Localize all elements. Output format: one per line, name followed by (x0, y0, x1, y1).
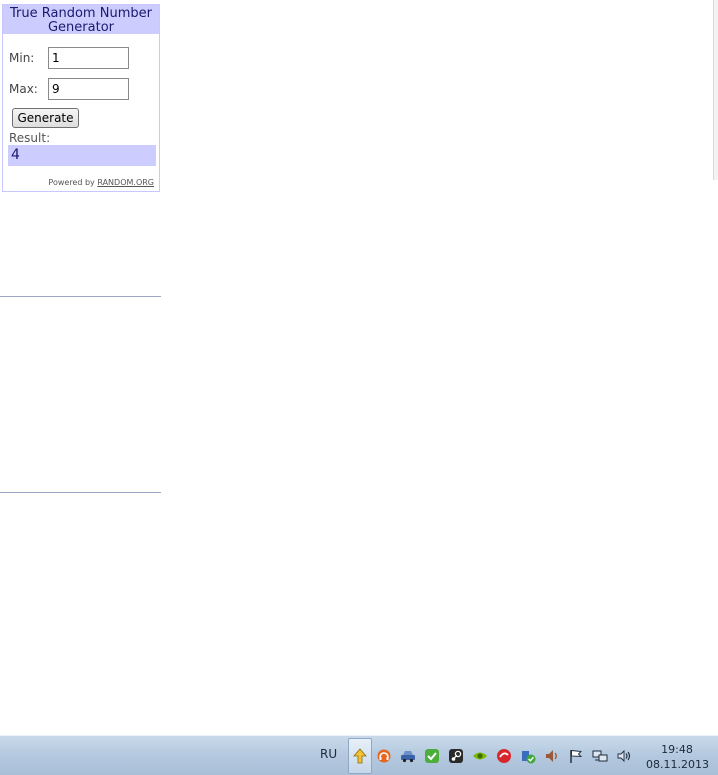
volume-icon[interactable] (616, 748, 632, 764)
shield-check-icon[interactable] (424, 748, 440, 764)
max-label: Max: (9, 82, 38, 96)
generate-button[interactable]: Generate (12, 108, 79, 128)
min-label: Min: (9, 51, 35, 65)
result-value: 4 (8, 145, 156, 166)
flag-icon[interactable] (568, 748, 584, 764)
upload-arrow-icon[interactable] (352, 748, 368, 764)
powered-by: Powered by RANDOM.ORG (48, 178, 154, 187)
random-number-widget: True Random Number Generator Min: Max: G… (2, 4, 160, 192)
security-check-icon[interactable] (520, 748, 536, 764)
browser-page: True Random Number Generator Min: Max: G… (0, 0, 718, 775)
antivirus-icon[interactable] (496, 748, 512, 764)
result-label: Result: (9, 131, 51, 145)
headset-icon[interactable] (376, 748, 392, 764)
widget-title: True Random Number Generator (3, 5, 159, 35)
divider (0, 296, 161, 297)
vertical-scrollbar[interactable] (713, 0, 718, 180)
max-input[interactable] (48, 78, 129, 100)
network-icon[interactable] (592, 748, 608, 764)
divider (0, 492, 161, 493)
language-indicator[interactable]: RU (320, 747, 337, 761)
random-org-link[interactable]: RANDOM.ORG (97, 178, 154, 187)
powered-prefix: Powered by (48, 178, 95, 187)
clock-date: 08.11.2013 (646, 758, 709, 771)
car-icon[interactable] (400, 748, 416, 764)
taskbar: RU 19:48 08.11.2013 (0, 735, 718, 775)
clock-time: 19:48 (661, 743, 693, 756)
speaker-icon[interactable] (544, 748, 560, 764)
min-input[interactable] (48, 47, 129, 69)
steam-icon[interactable] (448, 748, 464, 764)
nvidia-icon[interactable] (472, 748, 488, 764)
taskbar-clock[interactable]: 19:48 08.11.2013 (646, 742, 709, 772)
